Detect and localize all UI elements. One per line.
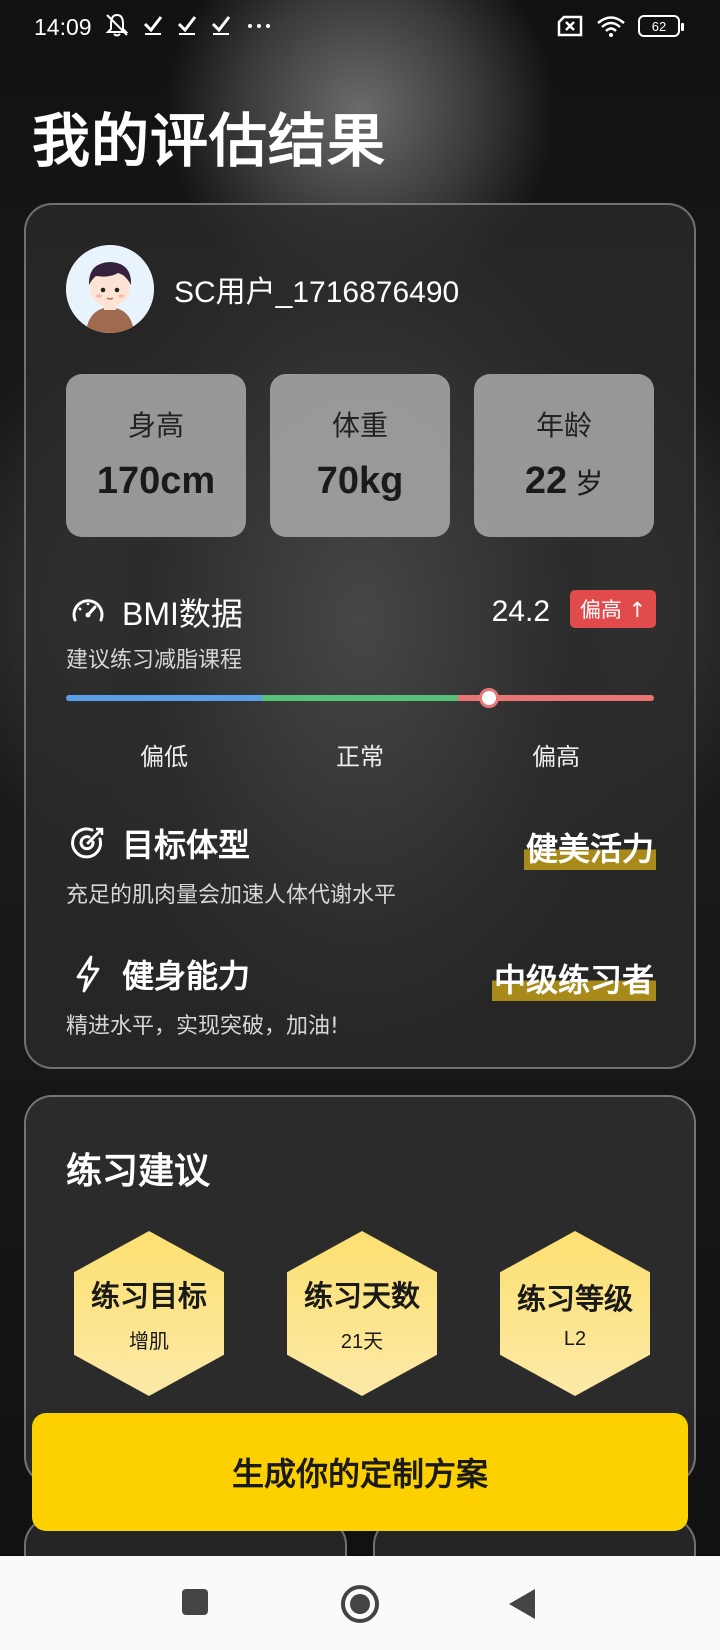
weight-stat: 体重 70kg [270,374,450,537]
weight-value: 70kg [316,460,404,502]
advice-item-goal[interactable]: 练习目标 增肌 [74,1231,224,1396]
ability-title-text: 健身能力 [122,957,251,995]
stat-value: 22 岁 [525,460,603,503]
advice-title: 练习建议 [66,1151,211,1192]
more-icon [248,24,270,28]
stat-label: 身高 [127,409,184,442]
hex-content: 练习目标 增肌 [74,1231,224,1396]
generate-plan-button[interactable]: 生成你的定制方案 [32,1413,688,1531]
age-unit: 岁 [575,468,604,499]
notification-icons [104,12,274,38]
page-title: 我的评估结果 [32,107,387,175]
bmi-title: BMI数据 [66,589,243,635]
wifi-icon [597,16,625,37]
stat-label: 体重 [331,409,388,442]
check-icon [177,16,197,35]
advice-item-days[interactable]: 练习天数 21天 [287,1231,437,1396]
hex-label: 练习目标 [90,1279,207,1313]
battery-icon: 62 [638,15,684,37]
status-time: 14:09 [34,14,92,40]
bmi-status-badge: 偏高 ↑ [570,590,656,628]
hex-value: L2 [563,1328,587,1350]
system-nav-bar [0,1556,720,1650]
hex-label: 练习天数 [303,1279,420,1313]
bmi-value: 24.2 [491,595,550,628]
bmi-label-high: 偏高 [532,743,580,771]
status-bar: 14:09 62 [0,0,720,54]
check-icon [211,16,231,35]
user-row: SC用户_1716876490 [66,245,459,333]
bell-off-icon [105,13,129,37]
hex-value: 增肌 [129,1331,169,1353]
target-title-text: 目标体型 [122,826,251,864]
battery-level: 62 [651,18,667,34]
lightning-icon [66,952,110,996]
bmi-title-text: BMI数据 [122,596,243,632]
hex-content: 练习天数 21天 [287,1231,437,1396]
ability-title: 健身能力 [66,951,250,997]
target-value: 健美活力 [523,824,656,870]
system-icons: 62 [556,14,684,38]
advice-items: 练习目标 增肌 练习天数 21天 练习等级 L2 [74,1231,650,1396]
ability-subtitle: 精进水平，实现突破，加油! [66,1014,339,1039]
height-stat: 身高 170cm [66,374,246,537]
bmi-scale-bar [66,688,654,708]
back-icon[interactable] [507,1588,537,1620]
bmi-segment-normal [262,695,458,701]
bmi-label-low: 偏低 [140,743,188,771]
bmi-label-normal: 正常 [336,743,384,771]
recent-apps-icon[interactable] [181,1588,209,1616]
target-icon [66,821,110,865]
bmi-subtitle: 建议练习减脂课程 [66,648,243,673]
hex-label: 练习等级 [516,1282,633,1316]
assessment-card: SC用户_1716876490 身高 170cm 体重 70kg 年龄 22 岁 … [24,203,696,1069]
home-icon[interactable] [340,1584,380,1624]
hex-value: 21天 [340,1331,384,1353]
advice-item-level[interactable]: 练习等级 L2 [500,1231,650,1396]
avatar-illustration [66,245,154,333]
stat-label: 年龄 [535,409,592,442]
sim-off-icon [557,15,583,37]
age-value: 22 [524,460,568,502]
age-stat: 年龄 22 岁 [474,374,654,537]
gauge-icon [66,590,110,634]
height-value: 170cm [96,460,216,502]
stat-value: 170cm [97,460,215,503]
avatar[interactable] [66,245,154,333]
hex-content: 练习等级 L2 [500,1231,650,1396]
stats-row: 身高 170cm 体重 70kg 年龄 22 岁 [66,374,654,537]
ability-value: 中级练习者 [491,955,656,1001]
bmi-indicator [479,688,500,708]
check-icon [143,16,163,35]
bmi-scale-labels: 偏低 正常 偏高 [66,737,654,772]
stat-value: 70kg [317,460,404,503]
bmi-segment-low [66,695,262,701]
target-subtitle: 充足的肌肉量会加速人体代谢水平 [66,883,397,908]
username: SC用户_1716876490 [174,276,460,309]
target-title: 目标体型 [66,820,250,866]
